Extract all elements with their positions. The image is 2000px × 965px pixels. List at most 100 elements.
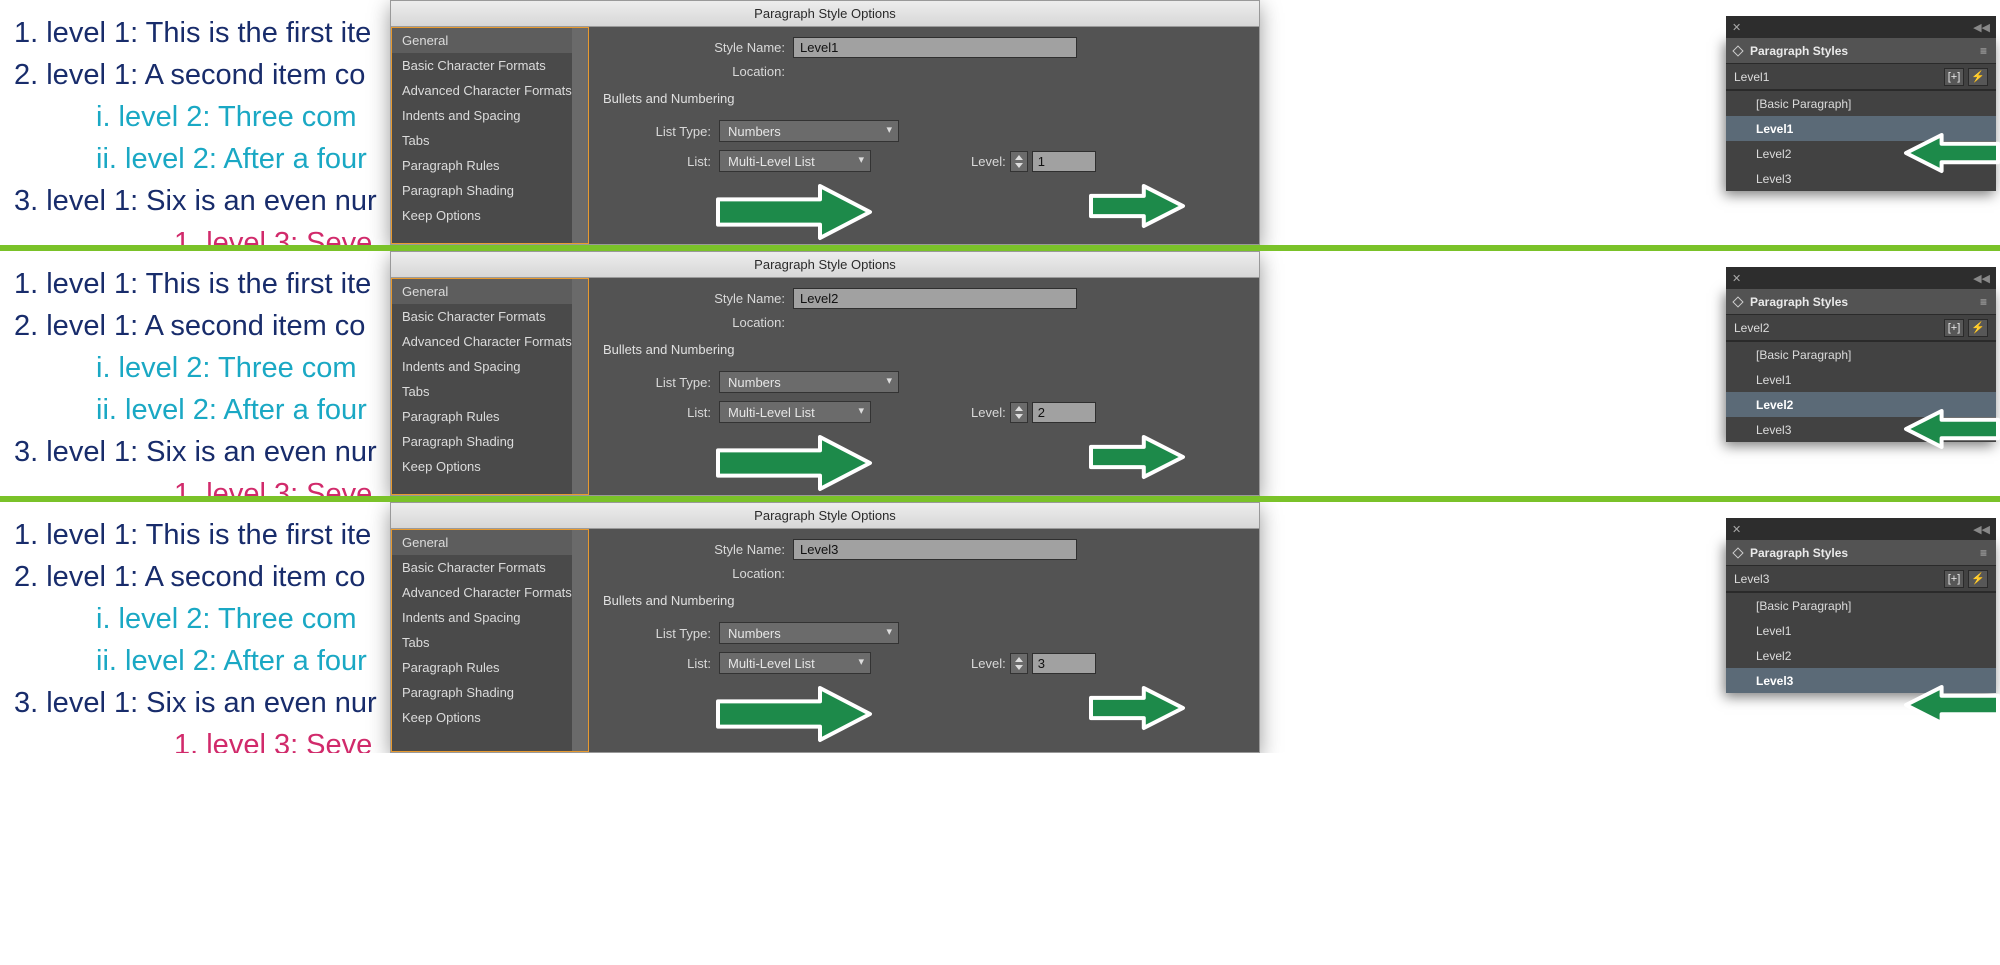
arrow-right-icon (714, 433, 874, 493)
doc-line: 3. level 1: Six is an even nur (14, 431, 377, 473)
dialog-sidebar-item[interactable]: Paragraph Shading (392, 680, 588, 705)
level-input[interactable] (1032, 402, 1096, 423)
document-preview: 1. level 1: This is the first ite 2. lev… (14, 263, 377, 502)
list-dropdown[interactable]: Multi-Level List (719, 652, 871, 674)
style-name-input[interactable] (793, 37, 1077, 58)
paragraph-style-list[interactable]: [Basic Paragraph]Level1Level2Level3 (1726, 593, 1996, 693)
scrollbar[interactable] (572, 28, 588, 243)
dialog-sidebar-item[interactable]: General (392, 28, 588, 53)
dialog-sidebar-item[interactable]: Paragraph Rules (392, 404, 588, 429)
paragraph-style-options-dialog: Paragraph Style Options General Basic Ch… (390, 0, 1260, 245)
clear-overrides-button[interactable]: ⚡ (1968, 570, 1988, 588)
paragraph-style-item[interactable]: Level1 (1726, 618, 1996, 643)
current-style-name: Level1 (1734, 70, 1940, 84)
paragraph-style-item[interactable]: Level3 (1726, 668, 1996, 693)
level-label: Level: (971, 656, 1006, 671)
collapse-icon[interactable]: ◀◀ (1973, 523, 1990, 536)
dialog-sidebar-item[interactable]: Tabs (392, 630, 588, 655)
paragraph-style-item[interactable]: Level2 (1726, 392, 1996, 417)
dialog-sidebar-item[interactable]: Paragraph Shading (392, 178, 588, 203)
paragraph-style-item[interactable]: Level3 (1726, 166, 1996, 191)
dialog-sidebar-item[interactable]: Paragraph Shading (392, 429, 588, 454)
paragraph-style-list[interactable]: [Basic Paragraph]Level1Level2Level3 (1726, 342, 1996, 442)
dialog-sidebar-item[interactable]: General (392, 279, 588, 304)
collapse-icon[interactable]: ◀◀ (1973, 21, 1990, 34)
paragraph-style-list[interactable]: [Basic Paragraph]Level1Level2Level3 (1726, 91, 1996, 191)
current-style-name: Level2 (1734, 321, 1940, 335)
style-name-label: Style Name: (603, 291, 793, 306)
list-label: List: (603, 656, 719, 671)
dialog-sidebar-item[interactable]: Basic Character Formats (392, 53, 588, 78)
paragraph-style-item[interactable]: [Basic Paragraph] (1726, 342, 1996, 367)
list-type-label: List Type: (603, 375, 719, 390)
list-dropdown[interactable]: Multi-Level List (719, 401, 871, 423)
dialog-sidebar-item[interactable]: Advanced Character Formats (392, 78, 588, 103)
new-style-button[interactable]: [+] (1944, 68, 1964, 86)
level-stepper[interactable] (1010, 151, 1028, 172)
panel-tabbar: ✕ ◀◀ (1726, 16, 1996, 38)
paragraph-styles-panel: ✕ ◀◀ Paragraph Styles ≡ Level1 [+] ⚡ [Ba… (1726, 38, 1996, 191)
document-preview: 1. level 1: This is the first ite 2. lev… (14, 514, 377, 753)
level-stepper[interactable] (1010, 402, 1028, 423)
paragraph-style-item[interactable]: Level2 (1726, 643, 1996, 668)
dialog-sidebar-item[interactable]: Keep Options (392, 203, 588, 228)
list-type-dropdown[interactable]: Numbers (719, 622, 899, 644)
level-input[interactable] (1032, 653, 1096, 674)
style-name-input[interactable] (793, 288, 1077, 309)
dialog-title: Paragraph Style Options (391, 1, 1259, 27)
clear-overrides-button[interactable]: ⚡ (1968, 68, 1988, 86)
panel-menu-icon[interactable]: ≡ (1980, 546, 1988, 560)
example-row: 1. level 1: This is the first ite 2. lev… (0, 502, 2000, 753)
dialog-category-list[interactable]: General Basic Character Formats Advanced… (391, 278, 589, 495)
dialog-sidebar-item[interactable]: Advanced Character Formats (392, 329, 588, 354)
paragraph-style-item[interactable]: [Basic Paragraph] (1726, 593, 1996, 618)
close-icon[interactable]: ✕ (1732, 21, 1741, 34)
doc-line: 1. level 3: Seve (14, 222, 377, 251)
doc-line: 2. level 1: A second item co (14, 54, 377, 96)
list-type-dropdown[interactable]: Numbers (719, 120, 899, 142)
style-name-label: Style Name: (603, 40, 793, 55)
dialog-sidebar-item[interactable]: Basic Character Formats (392, 555, 588, 580)
panel-menu-icon[interactable]: ≡ (1980, 295, 1988, 309)
dialog-sidebar-item[interactable]: Tabs (392, 128, 588, 153)
section-title: Bullets and Numbering (603, 91, 1245, 106)
panel-menu-icon[interactable]: ≡ (1980, 44, 1988, 58)
dialog-sidebar-item[interactable]: Keep Options (392, 705, 588, 730)
scrollbar[interactable] (572, 530, 588, 751)
level-input[interactable] (1032, 151, 1096, 172)
scrollbar[interactable] (572, 279, 588, 494)
dialog-sidebar-item[interactable]: Paragraph Rules (392, 655, 588, 680)
list-dropdown[interactable]: Multi-Level List (719, 150, 871, 172)
location-label: Location: (603, 566, 793, 581)
panel-title: Paragraph Styles (1750, 546, 1848, 560)
paragraph-style-item[interactable]: Level1 (1726, 367, 1996, 392)
doc-line: 1. level 3: Seve (14, 473, 377, 502)
dialog-category-list[interactable]: General Basic Character Formats Advanced… (391, 27, 589, 244)
collapse-icon[interactable]: ◀◀ (1973, 272, 1990, 285)
close-icon[interactable]: ✕ (1732, 523, 1741, 536)
list-type-label: List Type: (603, 124, 719, 139)
level-stepper[interactable] (1010, 653, 1028, 674)
paragraph-style-item[interactable]: Level1 (1726, 116, 1996, 141)
paragraph-style-item[interactable]: Level2 (1726, 141, 1996, 166)
paragraph-style-item[interactable]: [Basic Paragraph] (1726, 91, 1996, 116)
dialog-sidebar-item[interactable]: Indents and Spacing (392, 354, 588, 379)
paragraph-style-item[interactable]: Level3 (1726, 417, 1996, 442)
dialog-sidebar-item[interactable]: Keep Options (392, 454, 588, 479)
dialog-sidebar-item[interactable]: Indents and Spacing (392, 605, 588, 630)
new-style-button[interactable]: [+] (1944, 570, 1964, 588)
dialog-sidebar-item[interactable]: Indents and Spacing (392, 103, 588, 128)
level-label: Level: (971, 405, 1006, 420)
dialog-sidebar-item[interactable]: Basic Character Formats (392, 304, 588, 329)
style-name-input[interactable] (793, 539, 1077, 560)
dialog-sidebar-item[interactable]: General (392, 530, 588, 555)
list-type-dropdown[interactable]: Numbers (719, 371, 899, 393)
close-icon[interactable]: ✕ (1732, 272, 1741, 285)
new-style-button[interactable]: [+] (1944, 319, 1964, 337)
dialog-sidebar-item[interactable]: Paragraph Rules (392, 153, 588, 178)
clear-overrides-button[interactable]: ⚡ (1968, 319, 1988, 337)
arrow-right-icon (714, 684, 874, 744)
dialog-sidebar-item[interactable]: Advanced Character Formats (392, 580, 588, 605)
dialog-sidebar-item[interactable]: Tabs (392, 379, 588, 404)
dialog-category-list[interactable]: General Basic Character Formats Advanced… (391, 529, 589, 752)
